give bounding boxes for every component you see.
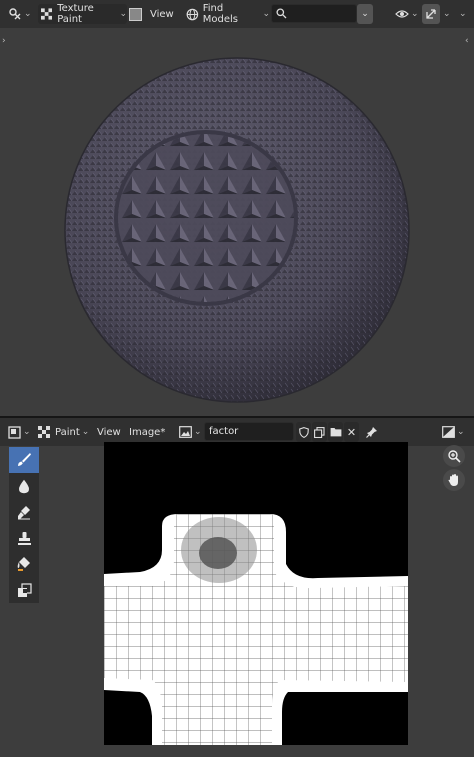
zoom-button[interactable]: [443, 445, 465, 467]
image-name-text: factor: [209, 426, 239, 437]
close-icon: ✕: [346, 425, 357, 439]
fill-tool[interactable]: [9, 551, 39, 577]
editor-type-menu[interactable]: ⌄: [8, 422, 32, 442]
viewport-editor-icon: [9, 8, 21, 20]
chevron-down-icon: ⌄: [459, 9, 467, 19]
smear-tool[interactable]: [9, 499, 39, 525]
view-menu-label: View: [97, 426, 121, 438]
shield-icon: [298, 426, 309, 438]
chevron-down-icon: ⌄: [457, 427, 465, 437]
soften-tool[interactable]: [9, 473, 39, 499]
search-dropdown-button[interactable]: ⌄: [357, 4, 373, 24]
chevron-down-icon: ⌄: [23, 427, 31, 437]
unlink-image-button[interactable]: ✕: [344, 422, 359, 442]
image-editor-icon: [8, 425, 21, 439]
chevron-down-icon: ⌄: [443, 9, 451, 19]
stamp-icon: [17, 531, 31, 545]
viewport-editor[interactable]: ⌄ Texture Paint ⌄ View Find Models ⌄ ⌄ ⌄: [0, 0, 474, 416]
mode-label: Texture Paint: [57, 3, 94, 25]
paint-mode-dropdown[interactable]: Paint ⌄: [38, 422, 90, 442]
checker-icon: [38, 426, 50, 438]
mask-icon: [17, 582, 32, 597]
editor-type-menu[interactable]: ⌄: [8, 4, 32, 24]
paint-mode-label: Paint: [55, 426, 80, 438]
globe-icon: [186, 8, 199, 20]
pin-button[interactable]: [364, 422, 380, 442]
find-models-menu[interactable]: Find Models ⌄: [186, 3, 270, 25]
open-image-button[interactable]: [328, 422, 343, 442]
pan-button[interactable]: [443, 469, 465, 491]
draw-tool[interactable]: [9, 447, 39, 473]
mask-tool[interactable]: [9, 577, 39, 603]
image-icon: [179, 426, 192, 438]
gizmo-dropdown[interactable]: ⌄: [441, 4, 451, 24]
chevron-down-icon: ⌄: [411, 9, 419, 19]
new-image-button[interactable]: [312, 422, 327, 442]
view-menu[interactable]: View: [150, 4, 176, 24]
gizmo-icon: [426, 9, 436, 19]
eye-icon: [395, 10, 409, 18]
textured-sphere[interactable]: [0, 28, 474, 416]
folder-icon: [330, 428, 341, 437]
paint-stroke-inner: [199, 537, 237, 569]
overlay-menu[interactable]: ⌄: [457, 4, 469, 24]
display-mode-icon: [442, 426, 455, 438]
smear-icon: [17, 505, 30, 519]
square-icon: [128, 7, 142, 21]
chevron-down-icon: ⌄: [24, 9, 32, 19]
chevron-down-icon: ⌄: [81, 427, 90, 437]
chevron-down-icon: ⌄: [361, 9, 369, 19]
uv-texture-canvas[interactable]: [104, 442, 408, 745]
find-models-label: Find Models: [202, 3, 238, 25]
view-menu[interactable]: View: [97, 422, 123, 442]
display-mode-menu[interactable]: ⌄: [442, 422, 468, 442]
search-field[interactable]: [271, 4, 357, 23]
chevron-down-icon: ⌄: [119, 9, 127, 19]
search-icon: [276, 8, 287, 19]
chevron-down-icon: ⌄: [194, 427, 202, 437]
image-editor[interactable]: ⌄ Paint ⌄ View Image* ⌄ factor ✕ ⌄: [0, 418, 474, 757]
brush-icon: [18, 453, 31, 466]
view-menu-label: View: [150, 8, 174, 20]
clone-tool[interactable]: [9, 525, 39, 551]
bucket-icon: [17, 557, 30, 571]
mode-dropdown[interactable]: Texture Paint ⌄: [38, 3, 127, 25]
fake-user-button[interactable]: [296, 422, 311, 442]
image-menu[interactable]: Image*: [129, 422, 165, 442]
hand-icon: [448, 474, 458, 486]
viewport-header: ⌄ Texture Paint ⌄ View Find Models ⌄ ⌄ ⌄: [0, 0, 474, 28]
image-menu-label: Image*: [129, 426, 166, 438]
browse-image-button[interactable]: ⌄: [179, 422, 203, 442]
pin-icon: [366, 427, 377, 438]
chevron-down-icon: ⌄: [262, 9, 270, 19]
shading-toggle[interactable]: [127, 4, 143, 24]
gizmo-toggle[interactable]: [422, 4, 440, 24]
duplicate-icon: [314, 426, 325, 438]
checker-icon: [41, 8, 53, 20]
zoom-icon: [448, 450, 461, 463]
visibility-menu[interactable]: ⌄: [395, 4, 419, 24]
image-name-field[interactable]: factor: [204, 422, 294, 441]
drop-icon: [19, 479, 29, 493]
